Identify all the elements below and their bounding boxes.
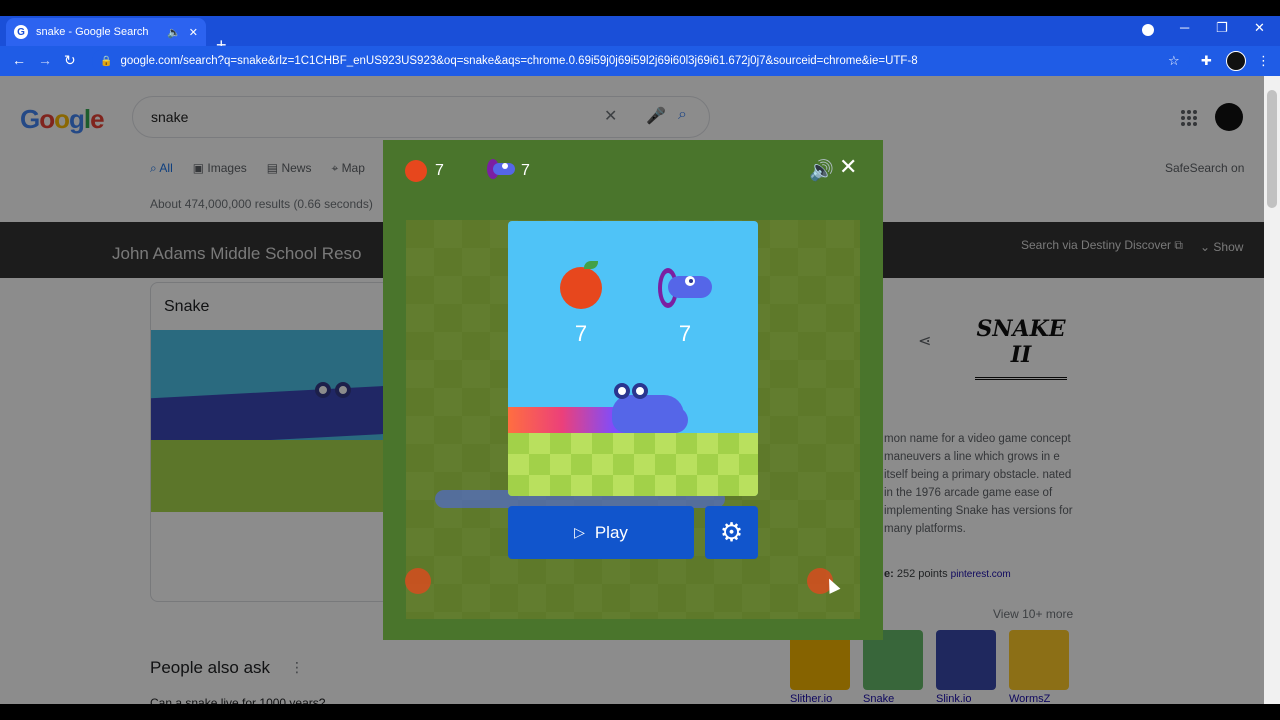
menu-snake-head [612, 395, 684, 433]
panel-best-score: 7 [678, 321, 692, 346]
best-score: 7 [521, 162, 530, 179]
snake-game-modal: 7 7 🔊 ✕ 7 7 ▷ Play ⚙ [383, 140, 883, 640]
window-close-button[interactable]: ✕ [1254, 20, 1265, 36]
current-score: 7 [435, 162, 444, 179]
forward-arrow-icon[interactable]: → [38, 52, 52, 68]
letterbox-bottom [0, 704, 1280, 720]
gear-icon: ⚙ [719, 517, 744, 547]
close-icon[interactable]: ✕ [839, 156, 857, 178]
best-score-snake-icon [658, 268, 712, 308]
tab-title: snake - Google Search [36, 26, 149, 38]
google-favicon-icon: G [14, 25, 28, 39]
back-arrow-icon[interactable]: ← [12, 52, 26, 68]
game-start-panel: 7 7 [508, 221, 758, 496]
address-bar[interactable]: 🔒 google.com/search?q=snake&rlz=1C1CHBF_… [92, 49, 1190, 73]
board-apple [405, 568, 431, 594]
apple-icon [560, 267, 602, 309]
settings-button[interactable]: ⚙ [705, 506, 758, 559]
minimize-button[interactable]: ─ [1180, 20, 1189, 35]
browser-tab-strip: G snake - Google Search 🔈 ✕ + ─ ❐ ✕ [0, 16, 1280, 54]
media-control-icon[interactable] [1142, 24, 1154, 36]
speaker-icon[interactable]: 🔊 [809, 158, 834, 183]
menu-snake-eye [614, 383, 630, 399]
play-icon: ▷ [574, 524, 585, 540]
scrollbar-thumb[interactable] [1267, 90, 1277, 208]
maximize-button[interactable]: ❐ [1216, 20, 1228, 36]
game-header: 7 7 🔊 ✕ [383, 140, 883, 198]
reload-icon[interactable]: ↻ [64, 52, 76, 69]
letterbox-top [0, 0, 1280, 16]
play-button[interactable]: ▷ Play [508, 506, 694, 559]
apple-icon [405, 160, 427, 182]
address-url: google.com/search?q=snake&rlz=1C1CHBF_en… [120, 55, 918, 67]
menu-grass [508, 433, 758, 496]
apple-leaf-icon [584, 261, 598, 269]
browser-menu-icon[interactable]: ⋮ [1257, 53, 1270, 69]
bookmark-star-icon[interactable]: ☆ [1168, 53, 1180, 69]
best-score-snake-icon [487, 159, 515, 179]
screen: G snake - Google Search 🔈 ✕ + ─ ❐ ✕ ← → … [0, 0, 1280, 720]
lock-icon: 🔒 [100, 55, 113, 67]
tab-close-icon[interactable]: ✕ [189, 26, 198, 39]
panel-current-score: 7 [574, 321, 588, 346]
browser-toolbar: ← → ↻ 🔒 google.com/search?q=snake&rlz=1C… [0, 46, 1280, 76]
speaker-icon[interactable]: 🔈 [167, 26, 181, 39]
browser-tab[interactable]: G snake - Google Search 🔈 ✕ [6, 18, 206, 46]
menu-snake-eye [632, 383, 648, 399]
browser-profile-avatar[interactable] [1226, 51, 1246, 71]
extensions-puzzle-icon[interactable]: ✚ [1201, 53, 1212, 69]
play-label: Play [594, 522, 628, 542]
